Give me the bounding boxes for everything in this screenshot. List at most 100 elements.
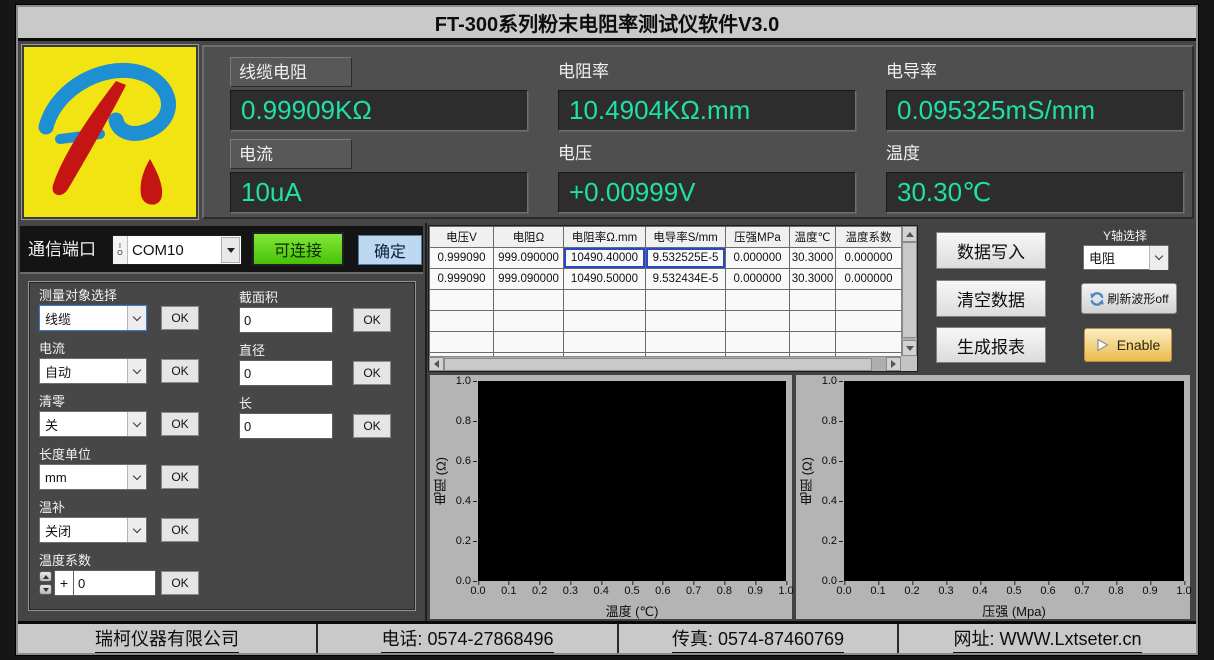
table-cell[interactable]: 999.090000 (494, 269, 564, 290)
footer-item[interactable]: 网址: WWW.Lxtseter.cn (897, 624, 1196, 653)
scroll-down-icon[interactable] (902, 340, 917, 356)
table-cell[interactable]: 10490.50000 (564, 269, 646, 290)
table-cell[interactable]: 30.3000 (790, 269, 836, 290)
confirm-button[interactable]: 确定 (358, 235, 422, 265)
dropdown-temp-comp[interactable]: 关闭 (39, 517, 147, 543)
chevron-down-icon[interactable] (127, 465, 146, 489)
table-cell[interactable]: 0.999090 (430, 248, 494, 269)
stepper-down-icon[interactable] (39, 584, 52, 595)
increment-decrement-stepper[interactable] (39, 570, 52, 596)
footer-item[interactable]: 瑞柯仪器有限公司 (18, 624, 316, 653)
cross-section-area-label: 截面积 (239, 289, 419, 306)
ok-button-current-mode[interactable]: OK (161, 359, 199, 383)
current-mode-label: 电流 (39, 340, 229, 357)
chart-x-ticks: 0.00.10.20.30.40.50.60.70.80.91.0 (844, 583, 1184, 599)
ok-button-cross-section-area[interactable]: OK (353, 308, 391, 332)
x-tick-label: 0.2 (532, 585, 547, 597)
table-cell[interactable]: 10490.40000 (564, 248, 646, 269)
temp-coefficient-input[interactable] (74, 570, 156, 596)
table-cell[interactable]: 999.090000 (494, 248, 564, 269)
chevron-down-icon[interactable] (127, 518, 146, 542)
ok-button-temp-comp[interactable]: OK (161, 518, 199, 542)
chevron-down-icon[interactable] (221, 237, 240, 263)
y-tick-label: 0.0 (456, 575, 471, 587)
dropdown-zero-clear[interactable]: 关 (39, 411, 147, 437)
table-cell[interactable]: 0.000000 (836, 269, 902, 290)
x-tick-label: 0.8 (1108, 585, 1123, 597)
readout-section: 线缆电阻 0.99909KΩ 电流 10uA 电阻率 10.4904KΩ.mm … (20, 43, 1194, 223)
ok-button-length[interactable]: OK (353, 414, 391, 438)
length-input[interactable] (239, 413, 333, 439)
column-header[interactable]: 温度系数 (836, 227, 902, 248)
connect-status-button[interactable]: 可连接 (252, 232, 344, 266)
column-header[interactable]: 电阻率Ω.mm (564, 227, 646, 248)
column-header[interactable]: 电压V (430, 227, 494, 248)
table-cell[interactable]: 30.3000 (790, 248, 836, 269)
column-header[interactable]: 压强MPa (726, 227, 790, 248)
table-row: 0.999090999.09000010490.400009.532525E-5… (430, 248, 902, 269)
refresh-waveform-button[interactable]: 刷新波形off (1081, 283, 1177, 314)
column-header[interactable]: 电导率S/mm (646, 227, 726, 248)
scrollbar-thumb[interactable] (902, 242, 917, 338)
table-cell[interactable]: 9.532434E-5 (646, 269, 726, 290)
footer-item[interactable]: 电话: 0574-27868496 (316, 624, 617, 653)
scroll-right-icon[interactable] (886, 357, 901, 371)
table-cell[interactable]: 0.999090 (430, 269, 494, 290)
y-axis-select[interactable]: 电阻 (1083, 245, 1169, 270)
dropdown-value: 关 (40, 415, 127, 434)
table-scroll-area: 电压V电阻Ω电阻率Ω.mm电导率S/mm压强MPa温度℃温度系数 0.99909… (429, 226, 901, 356)
x-tick-label: 1.0 (778, 585, 793, 597)
generate-report-button[interactable]: 生成报表 (936, 327, 1046, 363)
ok-button-zero-clear[interactable]: OK (161, 412, 199, 436)
ok-button-length-unit[interactable]: OK (161, 465, 199, 489)
chevron-down-icon[interactable] (127, 306, 146, 330)
table-horizontal-scrollbar[interactable] (429, 356, 901, 371)
table-cell[interactable]: 0.000000 (836, 248, 902, 269)
ok-button-diameter[interactable]: OK (353, 361, 391, 385)
enable-button[interactable]: Enable (1084, 328, 1172, 362)
dropdown-measure-object[interactable]: 线缆 (39, 305, 147, 331)
com-port-select[interactable]: IO COM10 (112, 235, 242, 265)
comm-port-label: 通信端口 (28, 226, 96, 274)
temp-comp-label: 温补 (39, 499, 229, 516)
chart-x-axis-title: 压强 (Mpa) (844, 601, 1184, 620)
title-bar: FT-300系列粉末电阻率测试仪软件V3.0 (18, 7, 1196, 41)
company-logo (22, 45, 198, 219)
clear-data-button[interactable]: 清空数据 (936, 280, 1046, 317)
table-cell[interactable]: 0.000000 (726, 248, 790, 269)
chart: 电阻 (Ω) 1.00.80.60.40.20.0 0.00.10.20.30.… (796, 375, 1190, 619)
column-header[interactable]: 电阻Ω (494, 227, 564, 248)
refresh-waveform-label: 刷新波形off (1107, 290, 1168, 307)
x-tick-label: 0.5 (624, 585, 639, 597)
scroll-left-icon[interactable] (429, 357, 444, 371)
comm-port-row: 通信端口 IO COM10 可连接 确定 (20, 226, 423, 274)
dropdown-length-unit[interactable]: mm (39, 464, 147, 490)
diameter-label: 直径 (239, 342, 419, 359)
chevron-down-icon[interactable] (1149, 246, 1168, 270)
cable-resistance-label: 线缆电阻 (230, 57, 352, 87)
cross-section-area-input[interactable] (239, 307, 333, 333)
dropdown-current-mode[interactable]: 自动 (39, 358, 147, 384)
table-cell[interactable]: 0.000000 (726, 269, 790, 290)
stepper-up-icon[interactable] (39, 571, 52, 582)
chevron-down-icon[interactable] (127, 359, 146, 383)
table-cell[interactable]: 9.532525E-5 (646, 248, 726, 269)
ok-button-measure-object[interactable]: OK (161, 306, 199, 330)
table-vertical-scrollbar[interactable] (901, 226, 917, 356)
footer-item[interactable]: 传真: 0574-87460769 (617, 624, 897, 653)
y-tick-label: 1.0 (456, 375, 471, 387)
column-header[interactable]: 温度℃ (790, 227, 836, 248)
scroll-up-icon[interactable] (902, 226, 917, 242)
write-data-button[interactable]: 数据写入 (936, 232, 1046, 269)
settings-panel: 测量对象选择线缆OK电流自动OK清零关OK长度单位mmOK温补关闭OK温度系数+… (28, 281, 416, 611)
chart-x-ticks: 0.00.10.20.30.40.50.60.70.80.91.0 (478, 583, 786, 599)
x-tick-label: 0.3 (563, 585, 578, 597)
page-title: FT-300系列粉末电阻率测试仪软件V3.0 (435, 8, 780, 37)
diameter-input[interactable] (239, 360, 333, 386)
x-tick-label: 0.3 (938, 585, 953, 597)
y-tick-label: 0.2 (456, 535, 471, 547)
chevron-down-icon[interactable] (127, 412, 146, 436)
scrollbar-thumb[interactable] (444, 358, 872, 371)
chart-y-axis-title: 电阻 (Ω) (799, 381, 815, 581)
ok-button-temp-coefficient[interactable]: OK (161, 571, 199, 595)
